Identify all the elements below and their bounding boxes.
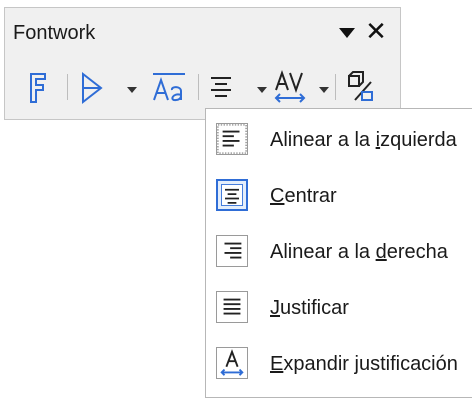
menu-item-justify[interactable]: Justificar <box>206 283 472 333</box>
chevron-down-icon[interactable] <box>257 87 267 93</box>
chevron-down-icon[interactable] <box>319 87 329 93</box>
menu-item-center[interactable]: Centrar <box>206 171 472 221</box>
menu-item-align-right[interactable]: Alinear a la derecha <box>206 227 472 277</box>
alignment-dropdown-menu: Alinear a la izquierda Centrar Alinear a… <box>205 108 472 398</box>
align-right-icon <box>216 235 248 267</box>
justify-icon <box>216 291 248 323</box>
fontwork-alignment-icon[interactable] <box>207 68 235 108</box>
toolbar-title: Fontwork <box>13 22 96 44</box>
toolbar-separator <box>335 74 336 100</box>
toolbar-separator <box>198 74 199 100</box>
fontwork-gallery-icon[interactable] <box>27 68 49 108</box>
menu-item-align-left[interactable]: Alinear a la izquierda <box>206 115 472 165</box>
align-left-icon <box>216 123 248 155</box>
menu-item-label: Centrar <box>270 185 337 207</box>
toolbar-titlebar[interactable]: Fontwork ✕ <box>5 8 400 60</box>
menu-item-label: Alinear a la derecha <box>270 241 448 263</box>
fontwork-shape-icon[interactable] <box>79 68 105 108</box>
fontwork-toolbar: Fontwork ✕ <box>4 7 401 120</box>
toolbar-separator <box>67 74 68 100</box>
toggle-extrusion-icon[interactable] <box>345 68 377 108</box>
fontwork-character-spacing-icon[interactable] <box>273 68 307 108</box>
menu-item-label: Alinear a la izquierda <box>270 129 457 151</box>
align-center-icon <box>216 179 248 211</box>
menu-item-stretch-justify[interactable]: Expandir justificación <box>206 339 472 389</box>
stretch-justify-icon <box>216 347 248 379</box>
close-icon[interactable]: ✕ <box>363 19 389 45</box>
chevron-down-icon[interactable] <box>127 87 137 93</box>
fontwork-same-letter-heights-icon[interactable] <box>151 68 187 108</box>
menu-item-label: Justificar <box>270 297 349 319</box>
menu-item-label: Expandir justificación <box>270 353 458 375</box>
triangle-down-icon[interactable] <box>339 28 355 38</box>
